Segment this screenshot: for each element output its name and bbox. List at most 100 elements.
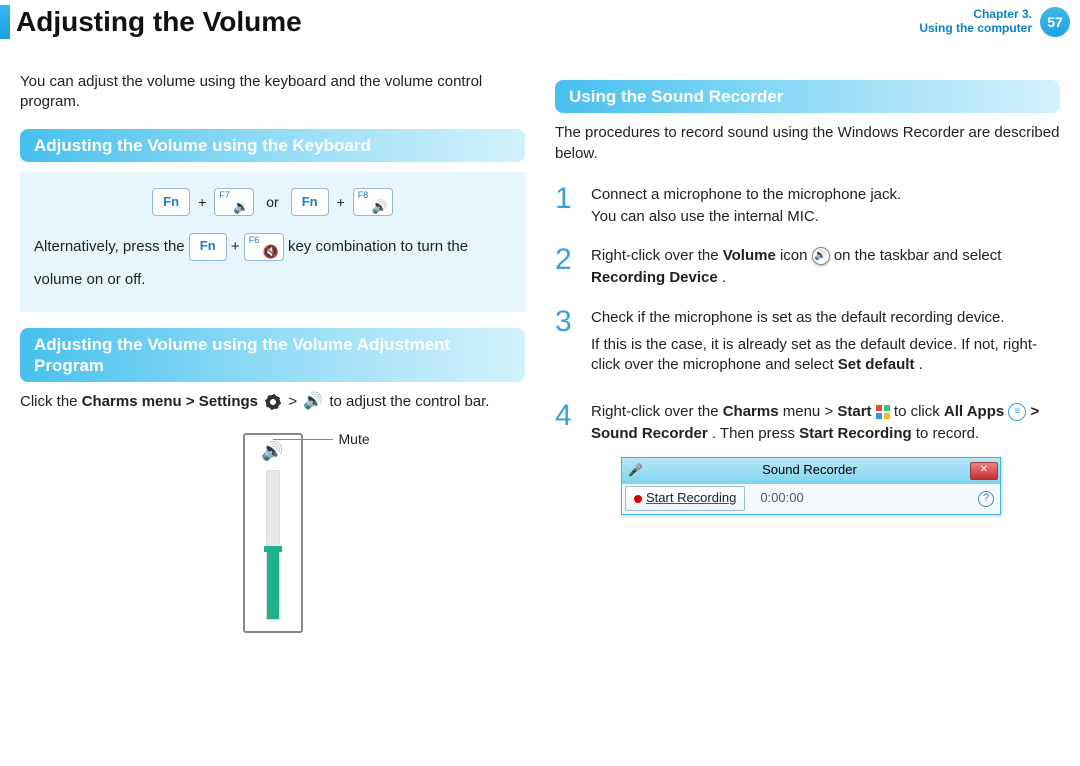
s4c: menu > (783, 403, 838, 420)
volume-tray-icon: 🔊 (812, 247, 830, 265)
s3-extra: If this is the case, it is already set a… (591, 335, 1060, 376)
help-button[interactable]: ? (978, 491, 994, 507)
start-recording-button[interactable]: Start Recording (625, 486, 745, 511)
volume-slider[interactable]: 🔊 (243, 433, 303, 633)
section-program: Adjusting the Volume using the Volume Ad… (20, 328, 525, 383)
or-text: or (266, 194, 278, 210)
f7-key: F7 🔉 (214, 188, 254, 216)
s4g: > (1031, 403, 1040, 420)
volume-control-figure: 🔊 Mute (20, 433, 525, 633)
recorder-intro: The procedures to record sound using the… (555, 123, 1060, 164)
s1b: You can also use the internal MIC. (591, 208, 819, 225)
plus-1: + (198, 194, 206, 210)
s4e: to click (894, 403, 944, 420)
charms-path: Charms menu > Settings (82, 393, 258, 410)
click-b: to adjust the control bar. (329, 393, 489, 410)
s3b: If this is the case, it is already set a… (591, 336, 1037, 373)
s4d: Start (837, 403, 871, 420)
volume-track[interactable] (266, 470, 280, 620)
volume-up-icon: 🔊 (372, 200, 388, 214)
page-header: Adjusting the Volume Chapter 3. Using th… (0, 0, 1080, 44)
s4h: Sound Recorder (591, 425, 708, 442)
step-body-2: Right-click over the Volume icon 🔊 on th… (591, 245, 1060, 289)
s4k: to record. (916, 425, 979, 442)
step-2: 2 Right-click over the Volume icon 🔊 on … (555, 245, 1060, 289)
s2b: Volume (723, 247, 776, 264)
chapter-line1: Chapter 3. (919, 8, 1032, 22)
s2a: Right-click over the (591, 247, 723, 264)
chapter-line2: Using the computer (919, 22, 1032, 36)
step-num-3: 3 (555, 307, 579, 383)
s3d: . (919, 356, 923, 373)
record-icon (634, 495, 642, 503)
volume-down-icon: 🔉 (233, 200, 249, 214)
s3a: Check if the microphone is set as the de… (591, 309, 1005, 326)
mute-icon: 🔇 (263, 245, 279, 259)
s4f: All Apps (944, 403, 1004, 420)
f8-key: F8 🔊 (353, 188, 393, 216)
steps-list: 1 Connect a microphone to the microphone… (555, 184, 1060, 515)
windows-logo-icon (876, 405, 890, 419)
step-body-4: Right-click over the Charms menu > Start… (591, 401, 1060, 515)
charms-text: Click the Charms menu > Settings > 🔊 to … (20, 392, 525, 412)
step-body-1: Connect a microphone to the microphone j… (591, 184, 1060, 228)
sr-body: Start Recording 0:00:00 ? (622, 484, 1000, 514)
s4a: Right-click over the (591, 403, 723, 420)
key-combo-row: Fn + F7 🔉 or Fn + F8 🔊 (34, 188, 511, 216)
keyboard-info-box: Fn + F7 🔉 or Fn + F8 🔊 Alternatively, pr… (20, 172, 525, 312)
all-apps-icon: ≡ (1008, 403, 1026, 421)
gt-1: > (288, 393, 301, 410)
step-num-2: 2 (555, 245, 579, 289)
f8-label: F8 (358, 191, 369, 200)
step-num-1: 1 (555, 184, 579, 228)
fn-key-3: Fn (189, 233, 227, 261)
sound-recorder-window: 🎤 Sound Recorder ✕ Start Recording 0:00:… (621, 457, 1001, 515)
f6-label: F6 (249, 236, 260, 245)
speaker-icon: 🔊 (303, 394, 323, 410)
alt-text-a: Alternatively, press the (34, 238, 189, 255)
header-meta: Chapter 3. Using the computer 57 (919, 7, 1070, 37)
s2e: Recording Device (591, 269, 718, 286)
s2d: on the taskbar and select (834, 247, 1002, 264)
volume-thumb[interactable] (264, 546, 282, 552)
mute-label: Mute (339, 431, 370, 447)
step-body-3: Check if the microphone is set as the de… (591, 307, 1060, 383)
sr-titlebar[interactable]: 🎤 Sound Recorder ✕ (622, 458, 1000, 484)
step-1: 1 Connect a microphone to the microphone… (555, 184, 1060, 228)
gear-icon (264, 393, 282, 411)
header-accent (0, 5, 10, 39)
step-3: 3 Check if the microphone is set as the … (555, 307, 1060, 383)
sr-title-text: Sound Recorder (649, 461, 970, 480)
s4i: . Then press (712, 425, 799, 442)
s2f: . (722, 269, 726, 286)
page-number: 57 (1040, 7, 1070, 37)
microphone-icon: 🎤 (628, 462, 643, 479)
click-a: Click the (20, 393, 82, 410)
s2c: icon (780, 247, 812, 264)
step-4: 4 Right-click over the Charms menu > Sta… (555, 401, 1060, 515)
s1a: Connect a microphone to the microphone j… (591, 186, 901, 203)
section-recorder: Using the Sound Recorder (555, 80, 1060, 113)
right-column: Using the Sound Recorder The procedures … (555, 64, 1060, 633)
page-title: Adjusting the Volume (16, 6, 919, 38)
section-keyboard: Adjusting the Volume using the Keyboard (20, 129, 525, 162)
close-button[interactable]: ✕ (970, 462, 998, 480)
sr-button-label: Start Recording (646, 489, 736, 508)
callout-line (273, 439, 333, 440)
intro-text: You can adjust the volume using the keyb… (20, 72, 525, 113)
chapter-label: Chapter 3. Using the computer (919, 8, 1032, 36)
mute-combo-text: Alternatively, press the Fn + F6 🔇 key c… (34, 230, 511, 296)
plus-3: + (231, 238, 240, 255)
s4b: Charms (723, 403, 779, 420)
f7-label: F7 (219, 191, 230, 200)
s4j: Start Recording (799, 425, 912, 442)
s3c: Set default (838, 356, 915, 373)
plus-2: + (337, 194, 345, 210)
volume-icon[interactable]: 🔊 (261, 441, 283, 462)
step-num-4: 4 (555, 401, 579, 515)
f6-key: F6 🔇 (244, 233, 284, 261)
volume-fill (267, 552, 279, 619)
left-column: You can adjust the volume using the keyb… (20, 64, 525, 633)
recording-time: 0:00:00 (760, 489, 803, 508)
fn-key-2: Fn (291, 188, 329, 216)
